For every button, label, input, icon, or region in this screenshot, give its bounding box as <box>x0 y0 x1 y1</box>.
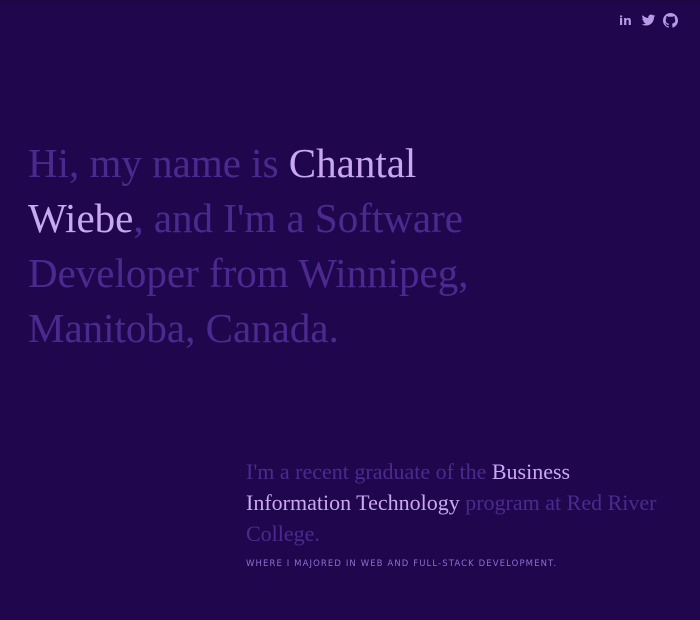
intro-heading: Hi, my name is Chantal Wiebe, and I'm a S… <box>28 136 498 356</box>
twitter-icon <box>641 14 656 26</box>
linkedin-icon: in <box>619 14 632 28</box>
svg-text:in: in <box>619 14 632 28</box>
about-lead: I'm a recent graduate of the <box>246 459 492 484</box>
twitter-link[interactable] <box>641 13 656 28</box>
intro-greeting: Hi, my name is <box>28 140 289 186</box>
github-icon <box>663 13 678 28</box>
linkedin-link[interactable]: in <box>619 13 634 28</box>
about-paragraph: I'm a recent graduate of the Business In… <box>246 456 676 549</box>
top-edge-bar <box>0 0 700 3</box>
github-link[interactable] <box>663 13 678 28</box>
about-caption: WHERE I MAJORED IN WEB AND FULL-STACK DE… <box>246 559 558 569</box>
social-links: in <box>619 13 678 28</box>
intro-name-last: Wiebe <box>28 195 134 241</box>
intro-name-first: Chantal <box>288 140 417 186</box>
